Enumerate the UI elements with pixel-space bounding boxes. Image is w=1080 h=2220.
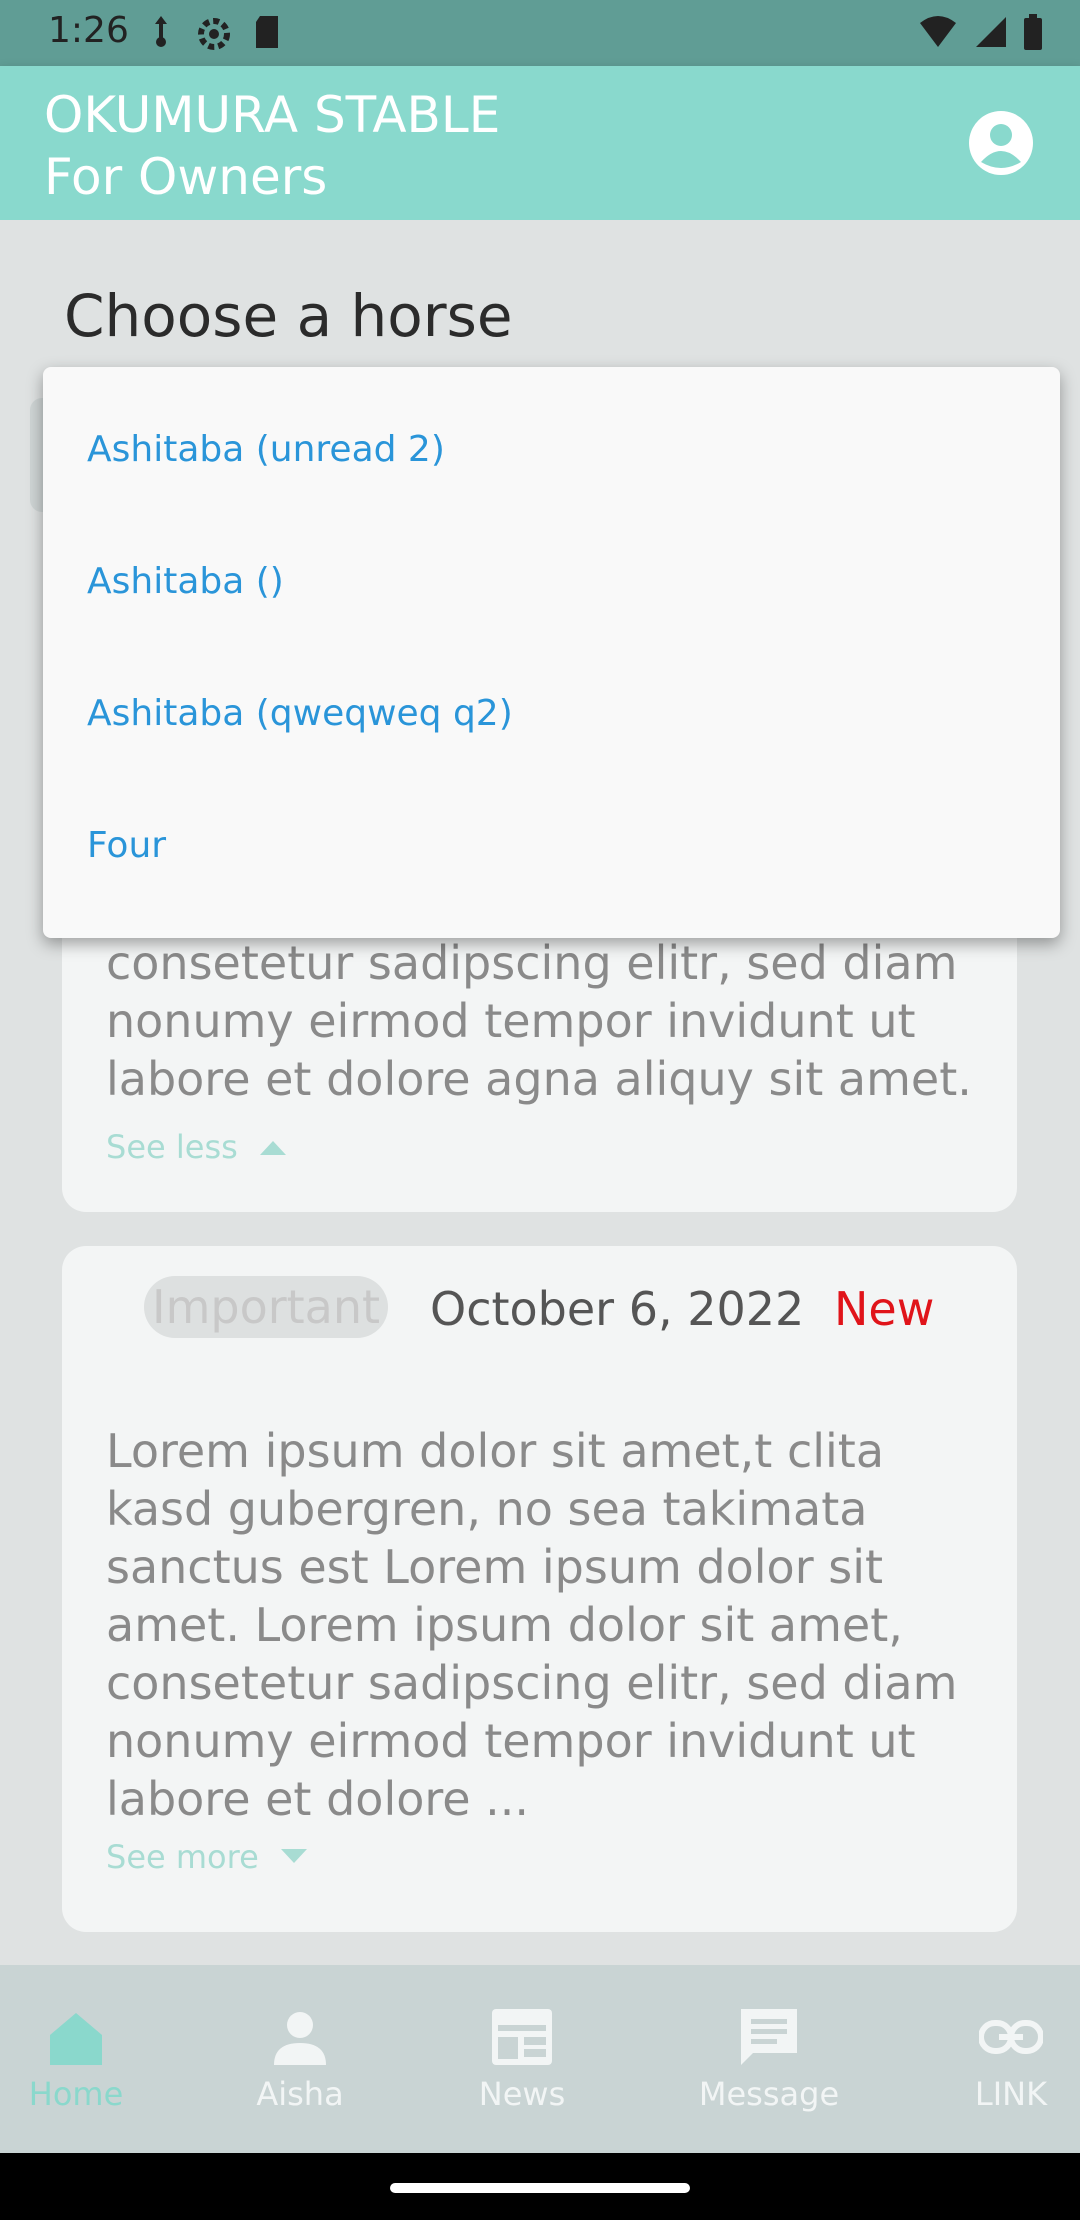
bottom-nav: Home Aisha News Message LINK bbox=[0, 1965, 1080, 2153]
status-time: 1:26 bbox=[48, 10, 129, 51]
status-right-icons bbox=[918, 14, 1044, 50]
see-less-link[interactable]: See less bbox=[106, 1128, 286, 1166]
nav-news[interactable]: News bbox=[462, 1965, 582, 2153]
wifi-icon bbox=[920, 16, 956, 47]
dropdown-item[interactable]: Ashitaba (unread 2) bbox=[87, 429, 445, 470]
sd-card-icon bbox=[256, 16, 278, 48]
news-date: October 6, 2022 bbox=[430, 1282, 805, 1336]
page-title: Choose a horse bbox=[64, 282, 513, 350]
gesture-handle[interactable] bbox=[390, 2183, 690, 2193]
app-bar: OKUMURA STABLE For Owners bbox=[0, 66, 1080, 220]
app-title-line1: OKUMURA STABLE bbox=[44, 86, 501, 144]
app-title-line2: For Owners bbox=[44, 148, 328, 206]
gesture-bar bbox=[0, 2153, 1080, 2220]
account-circle-icon[interactable] bbox=[968, 110, 1034, 176]
news-card-text: Lorem ipsum dolor sit amet,t clita kasd … bbox=[106, 1424, 958, 1826]
news-card-text: consetetur sadipscing elitr, sed diam no… bbox=[106, 936, 972, 1106]
news-card: Important October 6, 2022 New Lorem ipsu… bbox=[62, 1246, 1017, 1932]
new-label: New bbox=[834, 1282, 935, 1336]
gear-icon bbox=[198, 18, 230, 50]
nav-home[interactable]: Home bbox=[18, 1965, 134, 2153]
nav-aisha-label: Aisha bbox=[256, 2075, 344, 2113]
home-icon bbox=[50, 2013, 102, 2065]
status-left-icons bbox=[146, 14, 282, 54]
dropdown-item[interactable]: Four bbox=[87, 825, 166, 866]
link-icon bbox=[979, 2020, 1043, 2054]
nav-news-label: News bbox=[478, 2075, 566, 2113]
important-badge: Important bbox=[144, 1276, 389, 1338]
see-less-label: See less bbox=[106, 1128, 238, 1166]
signal-icon bbox=[976, 17, 1006, 47]
see-more-link[interactable]: See more bbox=[106, 1838, 307, 1876]
status-bar: 1:26 bbox=[0, 0, 1080, 66]
chevron-up-icon bbox=[259, 1141, 286, 1155]
dropdown-item[interactable]: Ashitaba () bbox=[87, 561, 284, 602]
chevron-down-icon bbox=[280, 1849, 307, 1863]
usb-debug-icon bbox=[155, 16, 167, 47]
news-icon bbox=[492, 2009, 552, 2065]
nav-link-label: LINK bbox=[974, 2075, 1048, 2113]
person-icon bbox=[274, 2012, 326, 2065]
nav-aisha[interactable]: Aisha bbox=[240, 1965, 360, 2153]
nav-message-label: Message bbox=[698, 2075, 840, 2113]
message-icon bbox=[741, 2009, 797, 2065]
app-title: OKUMURA STABLE For Owners bbox=[44, 84, 500, 208]
horse-dropdown-menu: Ashitaba (unread 2) Ashitaba () Ashitaba… bbox=[43, 367, 1060, 938]
see-more-label: See more bbox=[106, 1838, 259, 1876]
nav-message[interactable]: Message bbox=[692, 1965, 846, 2153]
dropdown-item[interactable]: Ashitaba (qweqweq q2) bbox=[87, 693, 513, 734]
nav-home-label: Home bbox=[28, 2075, 124, 2113]
nav-link[interactable]: LINK bbox=[966, 1965, 1056, 2153]
battery-icon bbox=[1024, 14, 1042, 50]
